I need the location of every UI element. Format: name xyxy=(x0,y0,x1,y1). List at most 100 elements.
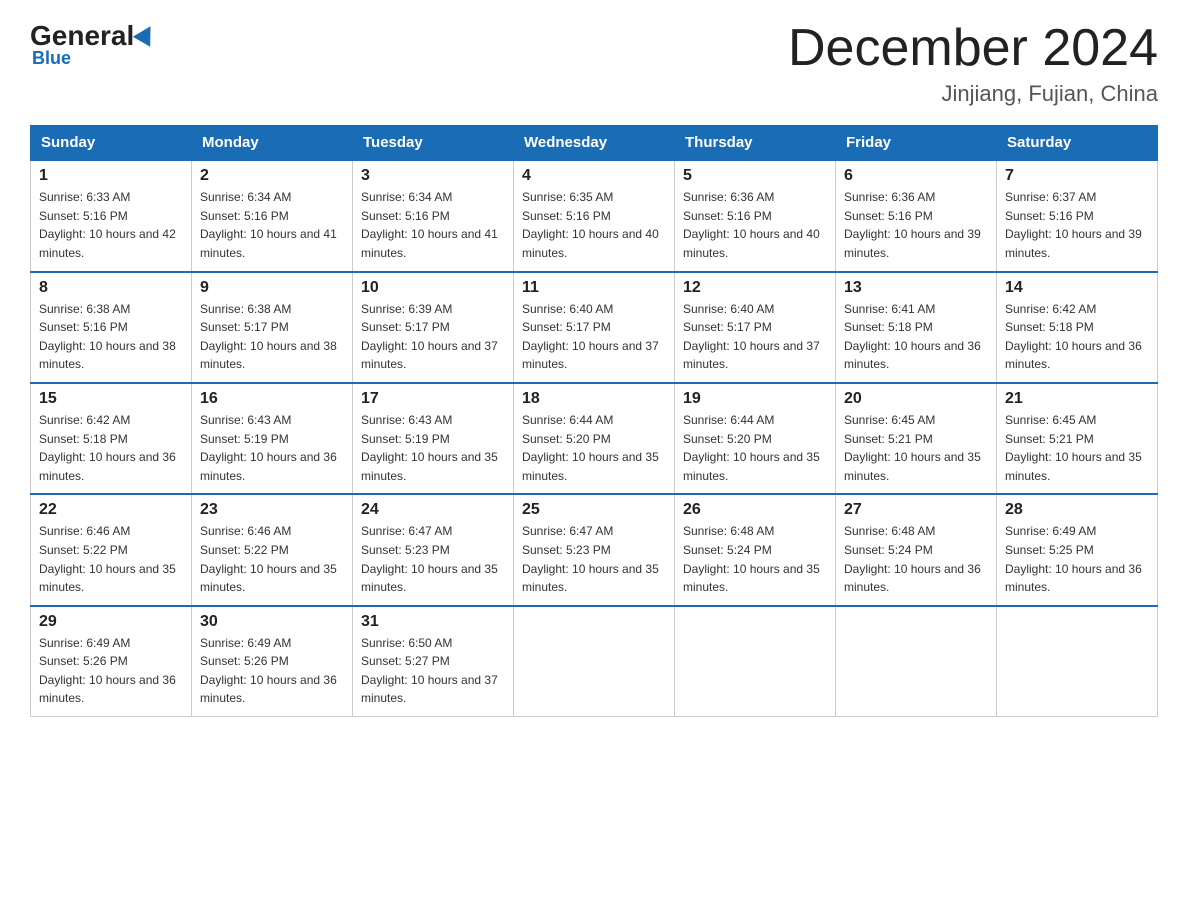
day-number: 15 xyxy=(39,390,183,408)
day-number: 14 xyxy=(1005,279,1149,297)
day-info: Sunrise: 6:45 AMSunset: 5:21 PMDaylight:… xyxy=(844,413,981,483)
day-number: 29 xyxy=(39,613,183,631)
day-info: Sunrise: 6:46 AMSunset: 5:22 PMDaylight:… xyxy=(200,524,337,594)
table-row: 1Sunrise: 6:33 AMSunset: 5:16 PMDaylight… xyxy=(31,160,192,271)
day-info: Sunrise: 6:47 AMSunset: 5:23 PMDaylight:… xyxy=(361,524,498,594)
day-info: Sunrise: 6:40 AMSunset: 5:17 PMDaylight:… xyxy=(683,302,820,372)
day-info: Sunrise: 6:43 AMSunset: 5:19 PMDaylight:… xyxy=(200,413,337,483)
day-number: 27 xyxy=(844,501,988,519)
col-saturday: Saturday xyxy=(997,126,1158,161)
day-number: 19 xyxy=(683,390,827,408)
day-info: Sunrise: 6:34 AMSunset: 5:16 PMDaylight:… xyxy=(200,190,337,260)
logo-triangle-icon xyxy=(133,21,159,47)
calendar-week-row: 22 Sunrise: 6:46 AMSunset: 5:22 PMDayligh… xyxy=(31,494,1158,605)
page-subtitle: Jinjiang, Fujian, China xyxy=(788,81,1158,107)
day-number: 3 xyxy=(361,167,505,185)
calendar-week-row: 8 Sunrise: 6:38 AMSunset: 5:16 PMDaylight… xyxy=(31,272,1158,383)
day-info: Sunrise: 6:41 AMSunset: 5:18 PMDaylight:… xyxy=(844,302,981,372)
table-row: 9Sunrise: 6:38 AMSunset: 5:17 PMDaylight… xyxy=(192,272,353,383)
col-wednesday: Wednesday xyxy=(514,126,675,161)
table-row: 22Sunrise: 6:46 AMSunset: 5:22 PMDayligh… xyxy=(31,494,192,605)
day-info: Sunrise: 6:38 AMSunset: 5:16 PMDaylight:… xyxy=(39,302,176,372)
day-number: 8 xyxy=(39,279,183,297)
day-number: 2 xyxy=(200,167,344,185)
title-section: December 2024 Jinjiang, Fujian, China xyxy=(788,20,1158,107)
page-title: December 2024 xyxy=(788,20,1158,77)
day-number: 17 xyxy=(361,390,505,408)
day-info: Sunrise: 6:34 AMSunset: 5:16 PMDaylight:… xyxy=(361,190,498,260)
day-info: Sunrise: 6:49 AMSunset: 5:25 PMDaylight:… xyxy=(1005,524,1142,594)
table-row: 6 Sunrise: 6:36 AMSunset: 5:16 PMDaylight… xyxy=(836,160,997,271)
col-friday: Friday xyxy=(836,126,997,161)
table-row xyxy=(997,606,1158,717)
calendar-week-row: 15Sunrise: 6:42 AMSunset: 5:18 PMDayligh… xyxy=(31,383,1158,494)
day-info: Sunrise: 6:37 AMSunset: 5:16 PMDaylight:… xyxy=(1005,190,1142,260)
day-number: 4 xyxy=(522,167,666,185)
day-number: 30 xyxy=(200,613,344,631)
day-number: 13 xyxy=(844,279,988,297)
day-info: Sunrise: 6:36 AMSunset: 5:16 PMDaylight:… xyxy=(683,190,820,260)
day-number: 25 xyxy=(522,501,666,519)
table-row: 25 Sunrise: 6:47 AMSunset: 5:23 PMDayligh… xyxy=(514,494,675,605)
day-info: Sunrise: 6:49 AMSunset: 5:26 PMDaylight:… xyxy=(39,636,176,706)
day-number: 20 xyxy=(844,390,988,408)
table-row: 7 Sunrise: 6:37 AMSunset: 5:16 PMDaylight… xyxy=(997,160,1158,271)
day-number: 23 xyxy=(200,501,344,519)
day-info: Sunrise: 6:47 AMSunset: 5:23 PMDaylight:… xyxy=(522,524,659,594)
day-number: 6 xyxy=(844,167,988,185)
day-info: Sunrise: 6:50 AMSunset: 5:27 PMDaylight:… xyxy=(361,636,498,706)
table-row: 20 Sunrise: 6:45 AMSunset: 5:21 PMDayligh… xyxy=(836,383,997,494)
table-row: 28 Sunrise: 6:49 AMSunset: 5:25 PMDayligh… xyxy=(997,494,1158,605)
page-header: General Blue December 2024 Jinjiang, Fuj… xyxy=(30,20,1158,107)
day-number: 7 xyxy=(1005,167,1149,185)
col-monday: Monday xyxy=(192,126,353,161)
table-row: 29 Sunrise: 6:49 AMSunset: 5:26 PMDayligh… xyxy=(31,606,192,717)
table-row: 24 Sunrise: 6:47 AMSunset: 5:23 PMDayligh… xyxy=(353,494,514,605)
table-row: 15Sunrise: 6:42 AMSunset: 5:18 PMDayligh… xyxy=(31,383,192,494)
day-info: Sunrise: 6:44 AMSunset: 5:20 PMDaylight:… xyxy=(522,413,659,483)
day-number: 21 xyxy=(1005,390,1149,408)
day-number: 22 xyxy=(39,501,183,519)
calendar-header-row: Sunday Monday Tuesday Wednesday Thursday… xyxy=(31,126,1158,161)
table-row: 5 Sunrise: 6:36 AMSunset: 5:16 PMDaylight… xyxy=(675,160,836,271)
day-info: Sunrise: 6:36 AMSunset: 5:16 PMDaylight:… xyxy=(844,190,981,260)
day-info: Sunrise: 6:40 AMSunset: 5:17 PMDaylight:… xyxy=(522,302,659,372)
table-row: 26Sunrise: 6:48 AMSunset: 5:24 PMDayligh… xyxy=(675,494,836,605)
table-row: 23 Sunrise: 6:46 AMSunset: 5:22 PMDayligh… xyxy=(192,494,353,605)
table-row: 17 Sunrise: 6:43 AMSunset: 5:19 PMDayligh… xyxy=(353,383,514,494)
calendar-week-row: 29 Sunrise: 6:49 AMSunset: 5:26 PMDayligh… xyxy=(31,606,1158,717)
col-sunday: Sunday xyxy=(31,126,192,161)
table-row: 8 Sunrise: 6:38 AMSunset: 5:16 PMDaylight… xyxy=(31,272,192,383)
table-row: 4Sunrise: 6:35 AMSunset: 5:16 PMDaylight… xyxy=(514,160,675,271)
table-row: 12Sunrise: 6:40 AMSunset: 5:17 PMDayligh… xyxy=(675,272,836,383)
col-tuesday: Tuesday xyxy=(353,126,514,161)
day-info: Sunrise: 6:43 AMSunset: 5:19 PMDaylight:… xyxy=(361,413,498,483)
day-number: 18 xyxy=(522,390,666,408)
logo-blue-text: Blue xyxy=(32,48,71,69)
day-info: Sunrise: 6:39 AMSunset: 5:17 PMDaylight:… xyxy=(361,302,498,372)
day-info: Sunrise: 6:44 AMSunset: 5:20 PMDaylight:… xyxy=(683,413,820,483)
day-number: 24 xyxy=(361,501,505,519)
table-row: 16Sunrise: 6:43 AMSunset: 5:19 PMDayligh… xyxy=(192,383,353,494)
day-info: Sunrise: 6:45 AMSunset: 5:21 PMDaylight:… xyxy=(1005,413,1142,483)
table-row: 2 Sunrise: 6:34 AMSunset: 5:16 PMDaylight… xyxy=(192,160,353,271)
table-row: 18 Sunrise: 6:44 AMSunset: 5:20 PMDayligh… xyxy=(514,383,675,494)
table-row: 30 Sunrise: 6:49 AMSunset: 5:26 PMDayligh… xyxy=(192,606,353,717)
day-info: Sunrise: 6:38 AMSunset: 5:17 PMDaylight:… xyxy=(200,302,337,372)
day-number: 28 xyxy=(1005,501,1149,519)
calendar-week-row: 1Sunrise: 6:33 AMSunset: 5:16 PMDaylight… xyxy=(31,160,1158,271)
table-row: 21 Sunrise: 6:45 AMSunset: 5:21 PMDayligh… xyxy=(997,383,1158,494)
day-number: 1 xyxy=(39,167,183,185)
table-row: 3 Sunrise: 6:34 AMSunset: 5:16 PMDaylight… xyxy=(353,160,514,271)
day-info: Sunrise: 6:42 AMSunset: 5:18 PMDaylight:… xyxy=(1005,302,1142,372)
day-number: 5 xyxy=(683,167,827,185)
table-row: 13 Sunrise: 6:41 AMSunset: 5:18 PMDayligh… xyxy=(836,272,997,383)
table-row: 11Sunrise: 6:40 AMSunset: 5:17 PMDayligh… xyxy=(514,272,675,383)
day-info: Sunrise: 6:49 AMSunset: 5:26 PMDaylight:… xyxy=(200,636,337,706)
table-row: 14 Sunrise: 6:42 AMSunset: 5:18 PMDayligh… xyxy=(997,272,1158,383)
table-row: 10 Sunrise: 6:39 AMSunset: 5:17 PMDayligh… xyxy=(353,272,514,383)
day-number: 10 xyxy=(361,279,505,297)
table-row: 31Sunrise: 6:50 AMSunset: 5:27 PMDayligh… xyxy=(353,606,514,717)
logo: General Blue xyxy=(30,20,156,69)
day-number: 26 xyxy=(683,501,827,519)
